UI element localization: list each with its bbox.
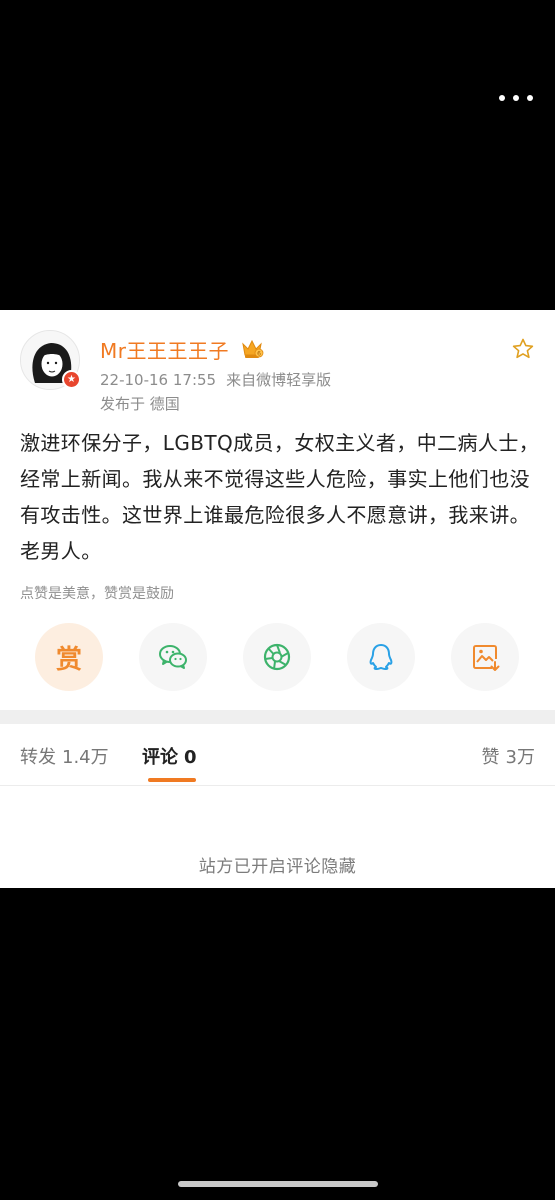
tab-likes-label: 赞 xyxy=(481,747,500,768)
username[interactable]: Mr王王王王子 xyxy=(100,335,229,364)
verified-badge-icon: ★ xyxy=(62,370,81,389)
post-card: ★ Mr王王王王子 6 22-10-16 17:55 来自微博轻享版 发布于 德国… xyxy=(0,310,555,888)
interaction-tabs: 转发 1.4万 评论 0 赞 3万 xyxy=(0,724,555,786)
wechat-icon xyxy=(159,645,187,669)
tab-likes-count: 3万 xyxy=(505,747,535,768)
tab-comments-label: 评论 xyxy=(142,747,178,768)
tab-repost-label: 转发 xyxy=(20,747,56,768)
post-source[interactable]: 来自微博轻享版 xyxy=(226,371,331,389)
post-time: 22-10-16 17:55 xyxy=(100,371,217,389)
share-qq-button[interactable] xyxy=(347,623,415,691)
qq-icon xyxy=(369,644,393,670)
reward-icon: 赏 xyxy=(55,644,82,675)
more-options-button[interactable] xyxy=(499,88,533,108)
favorite-star-icon[interactable] xyxy=(511,337,535,361)
home-indicator[interactable] xyxy=(178,1181,378,1187)
svg-text:6: 6 xyxy=(257,351,261,358)
tab-likes[interactable]: 赞 3万 xyxy=(482,743,535,769)
moments-icon xyxy=(263,643,291,671)
share-actions: 赏 xyxy=(35,623,521,691)
member-crown-icon[interactable]: 6 xyxy=(240,337,264,359)
dot-icon xyxy=(499,95,505,101)
post-meta: 22-10-16 17:55 来自微博轻享版 xyxy=(100,369,331,390)
tab-comments-count: 0 xyxy=(184,747,197,768)
dot-icon xyxy=(527,95,533,101)
tab-repost[interactable]: 转发 1.4万 xyxy=(20,743,109,769)
active-tab-indicator xyxy=(148,778,196,782)
post-text: 激进环保分子，LGBTQ成员，女权主义者，中二病人士，经常上新闻。我从来不觉得这… xyxy=(20,431,540,563)
share-moments-button[interactable] xyxy=(243,623,311,691)
tab-comments[interactable]: 评论 0 xyxy=(142,743,197,769)
section-divider xyxy=(0,710,555,724)
tab-repost-count: 1.4万 xyxy=(62,747,109,768)
save-image-icon xyxy=(473,645,500,671)
save-image-button[interactable] xyxy=(451,623,519,691)
post-location: 发布于 德国 xyxy=(100,395,180,413)
comments-hidden-notice: 站方已开启评论隐藏 xyxy=(198,857,357,877)
reward-hint: 点赞是美意，赞赏是鼓励 xyxy=(20,586,174,602)
dot-icon xyxy=(513,95,519,101)
share-wechat-button[interactable] xyxy=(139,623,207,691)
reward-button[interactable]: 赏 xyxy=(35,623,103,691)
